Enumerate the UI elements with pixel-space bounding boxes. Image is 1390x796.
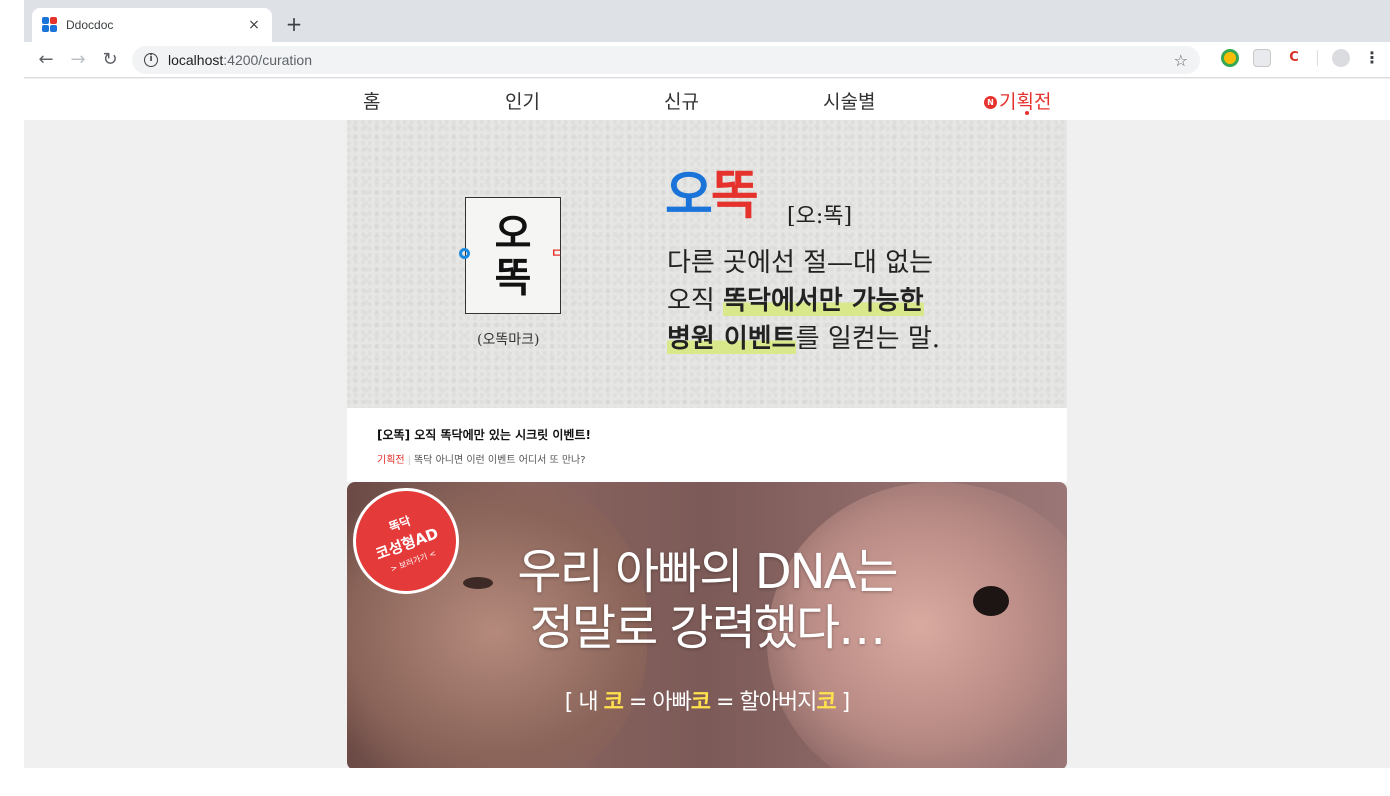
eq-nose-1: 코 — [603, 690, 624, 715]
browser-tab[interactable]: Ddocdoc × — [32, 8, 272, 42]
slogan-line-2-bold: 똑닥에서만 가능한 — [723, 286, 924, 316]
card-meta: 기획전 | 똑닥 아니면 이런 이벤트 어디서 또 만나? — [377, 451, 1037, 466]
meta-separator: | — [407, 455, 411, 466]
extensions-area: C ⋮ — [1221, 48, 1380, 67]
new-tab-button[interactable]: + — [282, 12, 306, 36]
new-badge: N — [984, 96, 997, 109]
logo-pronunciation: [오:똑] — [787, 204, 853, 229]
browser-toolbar: ← → ↻ i localhost :4200/curation ☆ C ⋮ — [24, 42, 1390, 78]
banner-slogan: 다른 곳에선 절—대 없는 오직 똑닥에서만 가능한 병원 이벤트를 일컫는 말… — [667, 244, 940, 358]
nav-home[interactable]: 홈 — [363, 87, 380, 114]
slogan-line-2-plain: 오직 — [667, 286, 724, 316]
baby-eye-shape — [973, 586, 1009, 616]
slogan-line-1: 다른 곳에선 절—대 없는 — [667, 248, 934, 278]
toolbar-divider — [1317, 49, 1318, 66]
odduk-mark: 오 똑 — [465, 197, 561, 314]
nav-procedure[interactable]: 시술별 — [823, 87, 875, 114]
extension-color-icon[interactable] — [1221, 48, 1239, 67]
slogan-line-3: 병원 이벤트를 일컫는 말. — [667, 320, 940, 358]
extension-c-icon[interactable]: C — [1285, 48, 1303, 67]
tab-title: Ddocdoc — [66, 18, 114, 32]
slogan-line-3-plain: 를 일컫는 말. — [795, 324, 941, 354]
address-bar[interactable]: i localhost :4200/curation ☆ — [132, 46, 1200, 74]
card-title: [오똑] 오직 똑닥에만 있는 시크릿 이벤트! — [377, 428, 591, 442]
nav-popular[interactable]: 인기 — [505, 87, 540, 114]
ddocdoc-favicon-icon — [42, 17, 58, 33]
eq-dad: = 아빠 — [622, 690, 692, 715]
slogan-line-3-bold: 병원 이벤트 — [667, 324, 796, 354]
logo-red-char: 똑 — [710, 166, 759, 226]
odduk-banner[interactable]: 오 똑 ㄷ (오똑마크) 오똑 [오:똑] 다른 곳에선 절—대 없는 오직 똑… — [347, 120, 1067, 408]
extension-grid-icon[interactable] — [1253, 48, 1271, 67]
site-navigation: 홈 인기 신규 시술별 N 기획전 — [24, 79, 1390, 120]
url-path: :4200/curation — [223, 52, 312, 68]
browser-window: Ddocdoc × + ← → ↻ i localhost :4200/cura… — [24, 0, 1390, 768]
eq-close: ] — [835, 690, 851, 715]
nav-exhibition-label: 기획전 — [999, 91, 1052, 113]
blue-circle-icon — [459, 248, 470, 259]
mark-caption: (오똑마크) — [477, 332, 540, 348]
mark-bottom-char: 똑 — [494, 254, 532, 301]
close-tab-icon[interactable]: × — [246, 17, 262, 33]
nav-exhibition[interactable]: N 기획전 — [984, 87, 1051, 114]
card-category: 기획전 — [377, 455, 405, 466]
odduk-logo: 오똑 — [665, 166, 759, 226]
mark-side-char: ㄷ — [551, 246, 563, 260]
active-indicator-dot — [1025, 111, 1029, 115]
nose-surgery-ad-banner[interactable]: 똑닥 코성형AD > 보러가기 < 우리 아빠의 DNA는 정말로 강력했다… … — [347, 482, 1067, 768]
eq-nose-3: 코 — [816, 690, 836, 715]
bookmark-star-icon[interactable]: ☆ — [1174, 51, 1188, 70]
tab-strip: Ddocdoc × + — [24, 0, 1390, 42]
headline-line-1: 우리 아빠의 DNA는 — [517, 544, 898, 600]
eq-grandpa: = 할아버지 — [710, 690, 817, 715]
eq-open: [ 내 — [564, 690, 604, 715]
site-info-icon[interactable]: i — [144, 53, 158, 67]
reload-icon[interactable]: ↻ — [94, 44, 126, 76]
url-host: localhost — [168, 52, 224, 68]
profile-avatar-icon[interactable] — [1332, 48, 1350, 67]
father-eye-shape — [463, 577, 493, 589]
curation-card-info[interactable]: [오똑] 오직 똑닥에만 있는 시크릿 이벤트! 기획전 | 똑닥 아니면 이런 이… — [347, 408, 1067, 482]
forward-arrow-icon[interactable]: → — [62, 44, 94, 76]
eq-nose-2: 코 — [690, 690, 711, 715]
mark-top-char: 오 — [494, 210, 532, 257]
back-arrow-icon[interactable]: ← — [30, 44, 62, 76]
browser-menu-icon[interactable]: ⋮ — [1364, 48, 1380, 67]
slogan-line-2: 오직 똑닥에서만 가능한 — [667, 282, 940, 320]
ad-headline: 우리 아빠의 DNA는 정말로 강력했다… — [517, 544, 898, 656]
card-subtitle: 똑닥 아니면 이런 이벤트 어디서 또 만나? — [413, 455, 586, 466]
ad-equation: [ 내 코 = 아빠코 = 할아버지코 ] — [507, 684, 907, 716]
curation-feed: 오 똑 ㄷ (오똑마크) 오똑 [오:똑] 다른 곳에선 절—대 없는 오직 똑… — [347, 120, 1067, 768]
logo-blue-char: 오 — [665, 166, 713, 226]
nav-new[interactable]: 신규 — [664, 87, 699, 114]
headline-line-2: 정말로 강력했다… — [529, 600, 886, 656]
